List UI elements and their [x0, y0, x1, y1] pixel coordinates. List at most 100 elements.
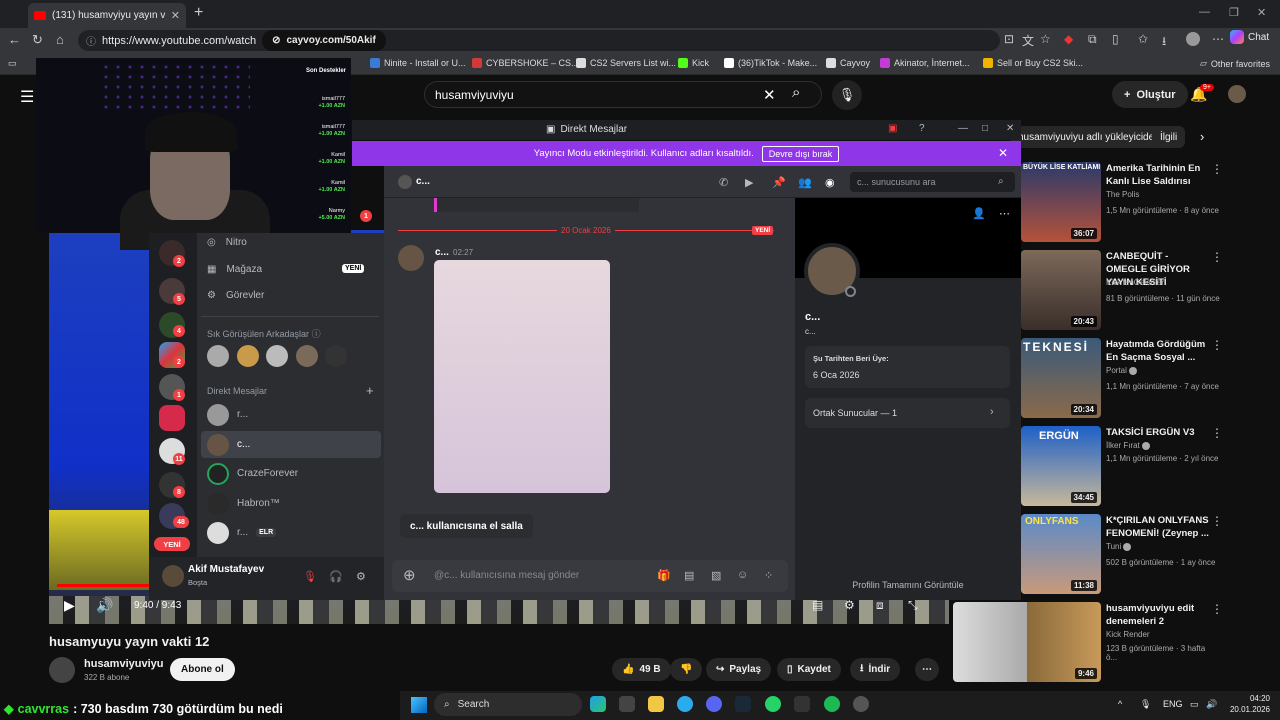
- other-favorites[interactable]: ▱ Other favorites: [1200, 58, 1270, 69]
- miniplayer-icon[interactable]: ⧈: [876, 598, 884, 613]
- recommendation-item[interactable]: 20:43 CANBEQUİT - OMEGLE GİRİYOR YAYIN K…: [1021, 250, 1261, 330]
- bookmark-cybershoke[interactable]: CYBERSHOKE – CS...: [472, 58, 579, 68]
- dm-list-item[interactable]: CrazeForever: [201, 460, 381, 487]
- extension-icon[interactable]: ◆: [1064, 32, 1073, 46]
- clear-search-icon[interactable]: ✕: [763, 86, 776, 104]
- browser-tab[interactable]: (131) husamvyiyu yayın vakti 12 - ✕: [28, 3, 186, 28]
- screen-share-icon[interactable]: ⊡: [1004, 32, 1014, 46]
- whatsapp-icon[interactable]: [765, 696, 781, 712]
- profile-avatar-icon[interactable]: [1186, 32, 1200, 46]
- more-menu-icon[interactable]: ⋯: [1212, 32, 1224, 46]
- new-tab-icon[interactable]: +: [194, 4, 203, 22]
- download-icon[interactable]: ⭳: [1162, 32, 1166, 53]
- volume-tray-icon[interactable]: 🔊: [1206, 699, 1217, 710]
- subtitles-icon[interactable]: ▤: [812, 598, 823, 612]
- mute-mic-icon[interactable]: 🎙: [303, 570, 317, 583]
- sidebar-item-shop[interactable]: ▦ Mağaza: [207, 264, 262, 275]
- banner-close-icon[interactable]: ✕: [998, 146, 1008, 160]
- windows-start-icon[interactable]: [411, 697, 427, 713]
- translate-icon[interactable]: 文: [1022, 32, 1034, 49]
- create-button[interactable]: + Oluştur: [1112, 81, 1188, 108]
- more-options-icon[interactable]: ⋮: [1211, 426, 1223, 440]
- help-icon[interactable]: ?: [919, 123, 925, 134]
- more-actions-icon[interactable]: ⋯: [915, 658, 939, 681]
- user-settings-gear-icon[interactable]: ⚙: [356, 570, 366, 583]
- attach-plus-icon[interactable]: ⊕: [403, 566, 416, 584]
- bookmark-tiktok[interactable]: (36)TikTok - Make...: [724, 58, 817, 68]
- copilot-chat-button[interactable]: Chat: [1230, 30, 1269, 44]
- sticker-icon[interactable]: ▧: [711, 569, 721, 582]
- channel-name[interactable]: husamviyuviyu: [84, 658, 163, 670]
- discord-minimize-icon[interactable]: —: [958, 123, 968, 134]
- emoji-icon[interactable]: ☺: [737, 569, 748, 581]
- user-avatar[interactable]: [162, 565, 184, 587]
- dm-list-item-active[interactable]: c...: [201, 431, 381, 458]
- network-icon[interactable]: ▭: [1190, 699, 1199, 710]
- bookmark-cayvoy[interactable]: Cayvoy: [826, 58, 870, 68]
- extensions-puzzle-icon[interactable]: ⧉: [1088, 32, 1097, 47]
- more-options-icon[interactable]: ⋮: [1211, 162, 1223, 176]
- pinned-messages-icon[interactable]: 📌: [772, 176, 786, 189]
- reload-icon[interactable]: ↻: [32, 32, 43, 48]
- edge-browser-icon[interactable]: [590, 696, 606, 712]
- video-call-icon[interactable]: ▶: [745, 176, 753, 189]
- share-button[interactable]: ↪ Paylaş: [706, 658, 772, 681]
- restore-icon[interactable]: ❐: [1229, 6, 1239, 19]
- frequent-friend-avatar[interactable]: [296, 345, 318, 367]
- dm-list-item[interactable]: Habron™: [201, 490, 381, 517]
- download-button[interactable]: ⭳ İndir: [850, 658, 901, 681]
- like-button[interactable]: 👍 49 B: [612, 658, 671, 681]
- taskbar-search[interactable]: ⌕ Search: [434, 693, 582, 716]
- message-author-avatar[interactable]: [398, 245, 424, 271]
- bookmark-ninite[interactable]: Ninite - Install or U...: [370, 58, 466, 68]
- hamburger-menu-icon[interactable]: ☰: [20, 87, 34, 107]
- microphone-tray-icon[interactable]: 🎙: [1140, 699, 1151, 710]
- message-image-attachment[interactable]: [434, 260, 610, 493]
- subscribe-button[interactable]: Abone ol: [170, 658, 235, 681]
- recommendation-item[interactable]: ONLYFANS 11:38 K*ÇIRILAN ONLYFANS FENOMEN…: [1021, 514, 1261, 594]
- view-full-profile-link[interactable]: Profilin Tamamını Görüntüle: [795, 580, 1021, 590]
- sidebar-item-quests[interactable]: ⚙ Görevler: [207, 290, 264, 301]
- deafen-icon[interactable]: 🎧: [329, 570, 343, 583]
- home-icon[interactable]: ⌂: [56, 32, 64, 47]
- store-icon[interactable]: [619, 696, 635, 712]
- close-tab-icon[interactable]: ✕: [171, 9, 180, 22]
- profile-more-icon[interactable]: ⋯: [999, 207, 1010, 220]
- discord-app-icon[interactable]: [706, 696, 722, 712]
- spotify-icon[interactable]: [824, 696, 840, 712]
- add-friends-to-dm-icon[interactable]: 👥: [798, 176, 812, 189]
- discord-maximize-icon[interactable]: □: [982, 123, 988, 134]
- address-bar[interactable]: ⓘ https://www.youtube.com/watch ⊘ cayvoy…: [78, 30, 1000, 51]
- play-icon[interactable]: ▶: [64, 597, 75, 614]
- dm-list-item[interactable]: r... ELR: [201, 519, 381, 546]
- chip-from-uploader[interactable]: husamviyuviyu adlı yükleyiciden: [1010, 126, 1168, 148]
- favorites-icon[interactable]: ✩: [1138, 32, 1148, 46]
- volume-icon[interactable]: 🔊: [96, 597, 113, 614]
- search-icon[interactable]: ⌕: [792, 84, 800, 101]
- split-screen-icon[interactable]: ▯: [1112, 32, 1119, 46]
- bookmark-cs2-servers[interactable]: CS2 Servers List wi...: [576, 58, 676, 68]
- telegram-icon[interactable]: [677, 696, 693, 712]
- reading-list-icon[interactable]: ▭: [8, 58, 17, 69]
- more-options-icon[interactable]: ⋮: [1211, 602, 1223, 616]
- favorite-star-icon[interactable]: ☆: [1040, 32, 1051, 46]
- inbox-icon[interactable]: ▣: [888, 123, 897, 134]
- wave-button[interactable]: c... kullanıcısına el salla: [400, 514, 533, 538]
- discord-close-icon[interactable]: ✕: [1006, 123, 1014, 134]
- dislike-button[interactable]: 👎: [670, 658, 703, 681]
- frequent-friend-avatar[interactable]: [266, 345, 288, 367]
- message-author[interactable]: c...: [435, 247, 449, 258]
- apps-icon[interactable]: ⁘: [764, 569, 773, 582]
- server-icon[interactable]: [159, 405, 185, 431]
- save-button[interactable]: ▯ Kaydet: [777, 658, 841, 681]
- app-icon[interactable]: [853, 696, 869, 712]
- voice-call-icon[interactable]: ✆: [719, 176, 728, 189]
- recommendation-item[interactable]: 9:46 husamviyuviyu edit denemeleri 2 Kic…: [953, 602, 1261, 682]
- fullscreen-icon[interactable]: ⤡: [908, 598, 918, 613]
- more-options-icon[interactable]: ⋮: [1211, 338, 1223, 352]
- file-explorer-icon[interactable]: [648, 696, 664, 712]
- gif-icon[interactable]: ▤: [684, 569, 694, 582]
- bookmark-akinator[interactable]: Akinator, İnternet...: [880, 58, 970, 68]
- tray-overflow-icon[interactable]: ^: [1118, 699, 1122, 709]
- add-friend-icon[interactable]: 👤: [972, 207, 986, 220]
